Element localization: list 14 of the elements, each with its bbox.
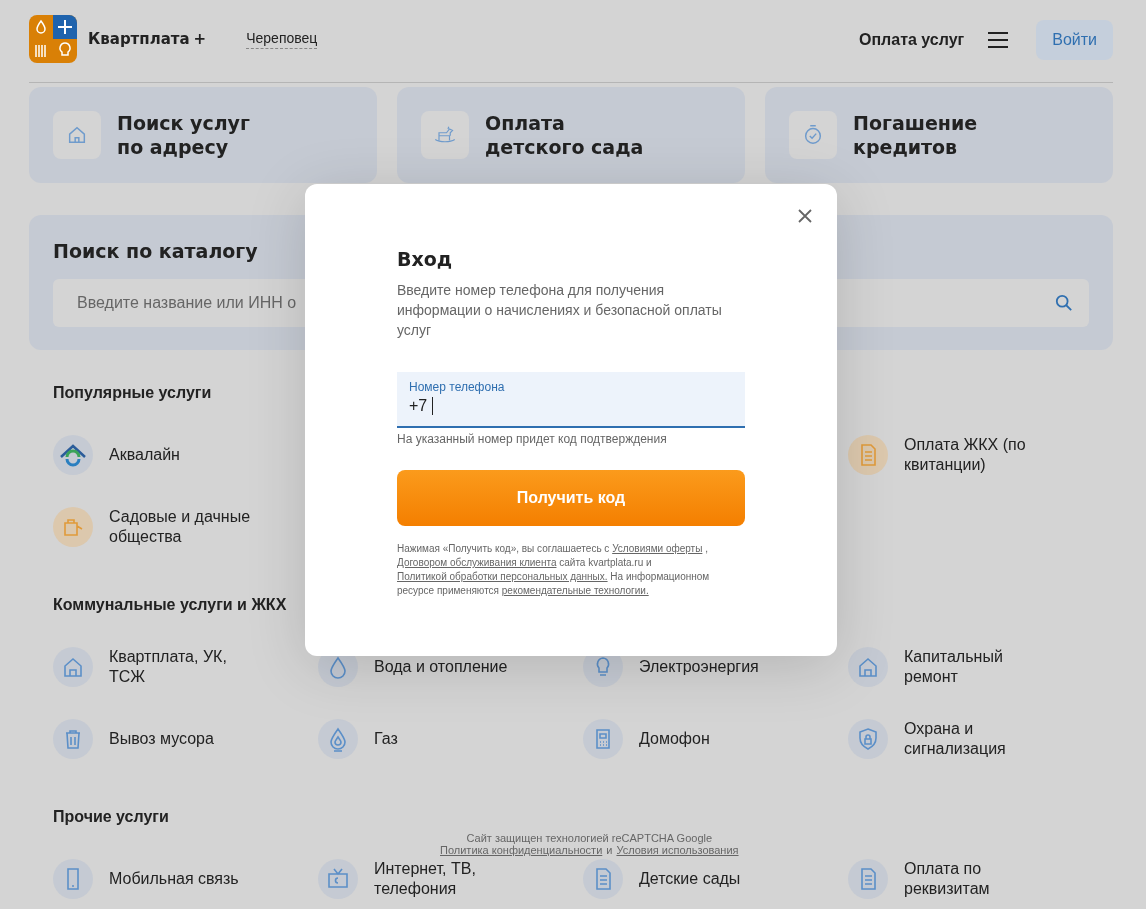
field-hint: На указанный номер придет код подтверждения — [397, 432, 668, 446]
brand-name: Квартплата + — [88, 30, 207, 48]
card-title: Погашение кредитов — [853, 111, 978, 159]
catalog-title: Поиск по каталогу — [53, 239, 258, 263]
dialog-title: Вход — [397, 248, 454, 270]
card-title: Оплата детского сада — [485, 111, 644, 159]
section-title: Популярные услуги — [53, 384, 212, 402]
section-title: Коммунальные услуги и ЖКХ — [53, 596, 287, 614]
legal-notice: Нажимая «Получить код», вы соглашаетесь с Условиями оферты , Договором обслуживания клиента сайта kvartplata.ru и Политикой обработки персональных данных. На информационном ресурсе применяются рекомендательные технологии. — [397, 542, 711, 598]
dialog-description: Введите номер телефона для получения информации о начислениях и безопасной оплаты услуг — [397, 281, 723, 340]
section-title: Прочие услуги — [53, 808, 169, 826]
conjunction-text: и — [606, 844, 613, 856]
card-title: Поиск услуг по адресу — [117, 111, 250, 159]
recaptcha-notice: Сайт защищен технологией reCAPTCHA Google — [466, 832, 713, 844]
